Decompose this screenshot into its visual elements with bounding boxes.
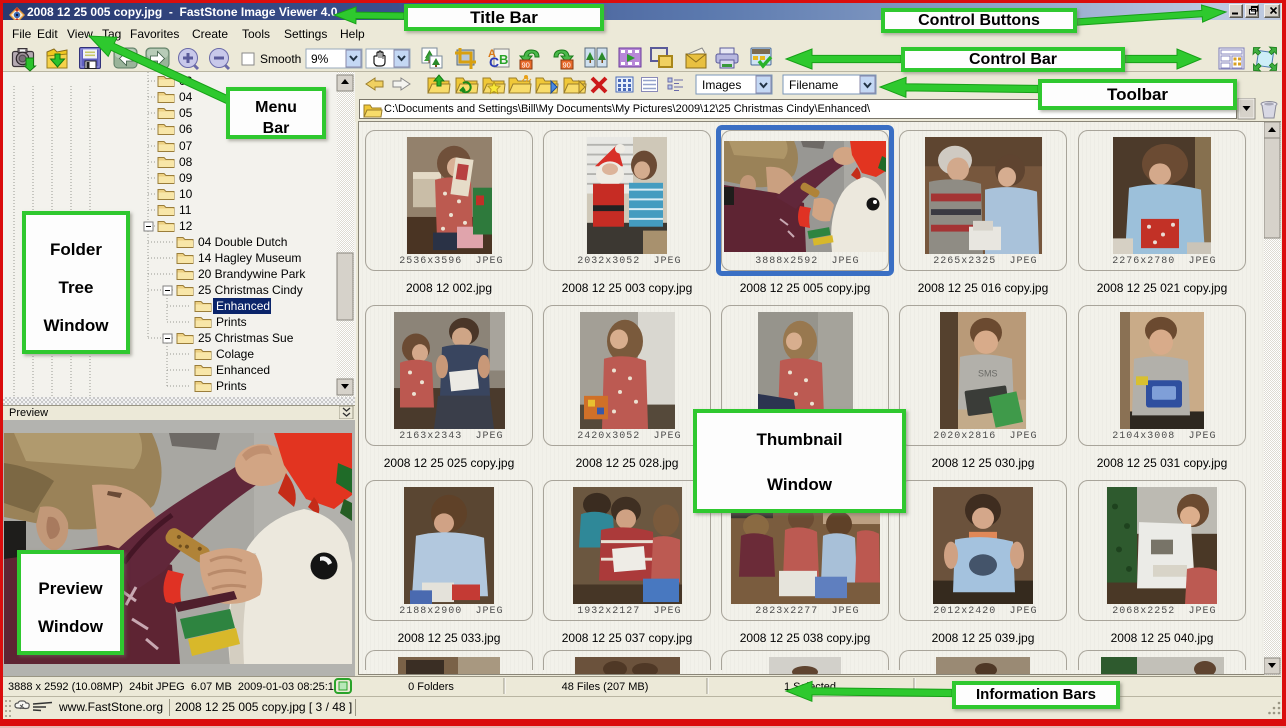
svg-text:Images: Images: [702, 78, 741, 92]
svg-text:08: 08: [179, 155, 193, 169]
svg-text:1 Selected: 1 Selected: [784, 681, 836, 693]
svg-text:14 Hagley Museum: 14 Hagley Museum: [198, 251, 301, 265]
svg-text:Colage: Colage: [216, 347, 254, 361]
svg-text:Enhanced: Enhanced: [216, 299, 270, 313]
svg-text:C: C: [489, 54, 499, 70]
svg-text:48 Files (207 MB): 48 Files (207 MB): [562, 681, 649, 693]
svg-text:Filename: Filename: [789, 78, 839, 92]
svg-text:Prints: Prints: [216, 315, 247, 329]
svg-text:20 Brandywine Park: 20 Brandywine Park: [198, 267, 306, 281]
svg-text:04 Double Dutch: 04 Double Dutch: [198, 235, 287, 249]
svg-text:Prints: Prints: [216, 379, 247, 393]
svg-text:12: 12: [179, 219, 193, 233]
svg-text:06: 06: [179, 122, 193, 136]
svg-text:05: 05: [179, 106, 193, 120]
svg-text:B: B: [499, 52, 508, 67]
svg-text:Smooth: Smooth: [260, 52, 301, 66]
svg-text:9%: 9%: [311, 52, 329, 66]
svg-text:03: 03: [179, 74, 193, 88]
svg-text:10: 10: [179, 187, 193, 201]
svg-text:90: 90: [563, 61, 571, 70]
svg-text:Enhanced: Enhanced: [216, 363, 270, 377]
svg-text:SMS: SMS: [978, 368, 998, 378]
svg-text:11: 11: [179, 203, 192, 217]
svg-text:25 Christmas Sue: 25 Christmas Sue: [198, 331, 294, 345]
svg-text:25 Christmas Cindy: 25 Christmas Cindy: [198, 283, 303, 297]
svg-text:09: 09: [179, 171, 193, 185]
svg-text:0 Folders: 0 Folders: [408, 681, 454, 693]
svg-text:07: 07: [179, 139, 193, 153]
svg-text:90: 90: [522, 61, 530, 70]
svg-text:04: 04: [179, 90, 193, 104]
